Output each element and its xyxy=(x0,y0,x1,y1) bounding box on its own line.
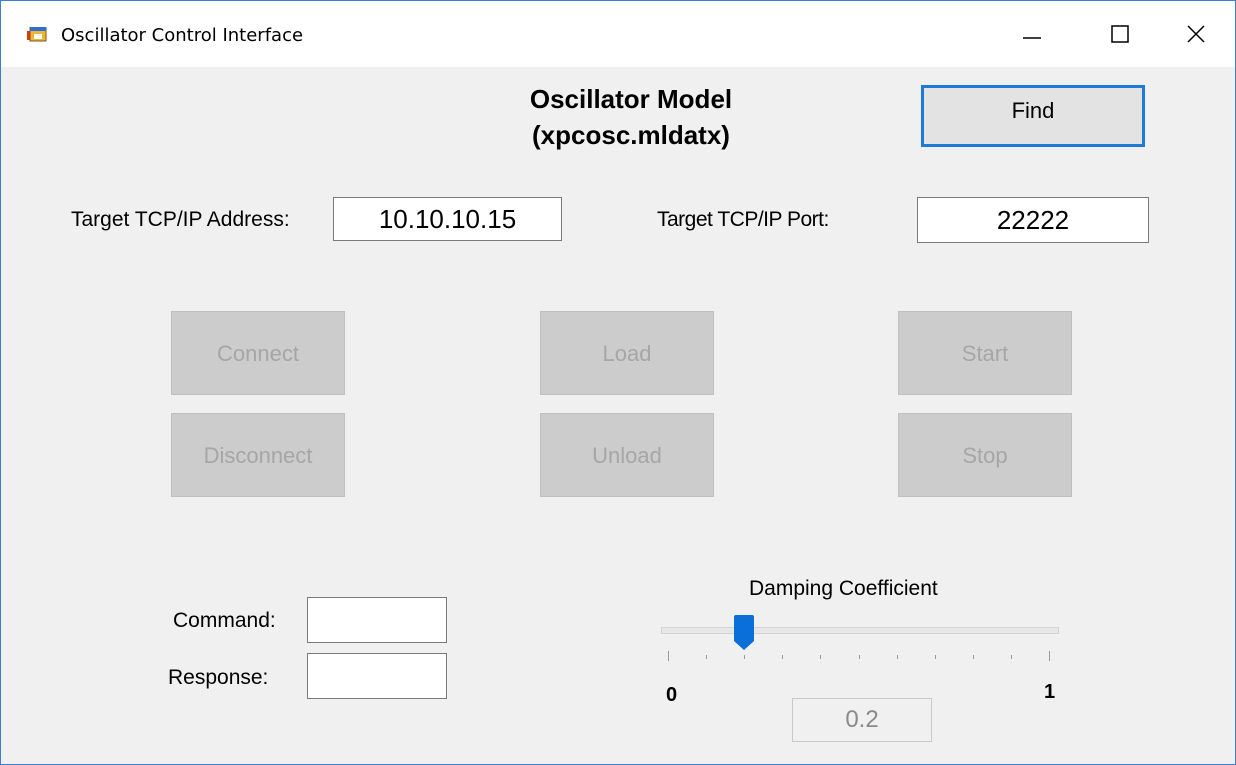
damping-max-label: 1 xyxy=(1044,681,1056,703)
start-button[interactable]: Start xyxy=(898,311,1072,395)
model-title: Oscillator Model (xpcosc.mldatx) xyxy=(481,81,781,153)
maximize-icon xyxy=(1111,25,1129,43)
app-window: Oscillator Control Interface Oscillator … xyxy=(0,0,1236,765)
command-label: Command: xyxy=(173,609,276,632)
damping-slider-thumb[interactable] xyxy=(733,615,755,651)
close-button[interactable] xyxy=(1161,1,1231,67)
address-input[interactable]: 10.10.10.15 xyxy=(333,197,562,241)
model-name: Oscillator Model xyxy=(529,84,733,114)
find-button[interactable]: Find xyxy=(921,85,1145,147)
maximize-button[interactable] xyxy=(1085,1,1155,67)
slider-tick xyxy=(1049,651,1050,661)
title-bar: Oscillator Control Interface xyxy=(1,1,1235,67)
damping-value-display: 0.2 xyxy=(792,698,932,742)
slider-tick xyxy=(935,655,936,659)
minimize-icon xyxy=(1023,37,1041,39)
slider-tick xyxy=(859,655,860,659)
slider-tick xyxy=(897,655,898,659)
slider-tick xyxy=(973,655,974,659)
app-form-icon xyxy=(27,27,47,42)
window-title: Oscillator Control Interface xyxy=(61,25,304,46)
damping-min-label: 0 xyxy=(666,684,678,706)
port-label: Target TCP/IP Port: xyxy=(657,208,829,231)
unload-button[interactable]: Unload xyxy=(540,413,714,497)
close-icon xyxy=(1187,25,1205,43)
slider-tick xyxy=(744,655,745,659)
model-file: (xpcosc.mldatx) xyxy=(532,120,730,150)
load-button[interactable]: Load xyxy=(540,311,714,395)
slider-tick xyxy=(820,655,821,659)
address-label: Target TCP/IP Address: xyxy=(71,208,290,231)
slider-tick xyxy=(1011,655,1012,659)
response-output xyxy=(307,653,447,699)
damping-slider-track[interactable] xyxy=(661,627,1059,634)
connect-button[interactable]: Connect xyxy=(171,311,345,395)
slider-tick xyxy=(782,655,783,659)
port-input[interactable]: 22222 xyxy=(917,197,1149,243)
damping-label: Damping Coefficient xyxy=(749,577,938,600)
response-label: Response: xyxy=(168,666,269,689)
disconnect-button[interactable]: Disconnect xyxy=(171,413,345,497)
minimize-button[interactable] xyxy=(997,1,1067,67)
command-input[interactable] xyxy=(307,597,447,643)
stop-button[interactable]: Stop xyxy=(898,413,1072,497)
slider-tick xyxy=(668,651,669,661)
slider-tick xyxy=(706,655,707,659)
